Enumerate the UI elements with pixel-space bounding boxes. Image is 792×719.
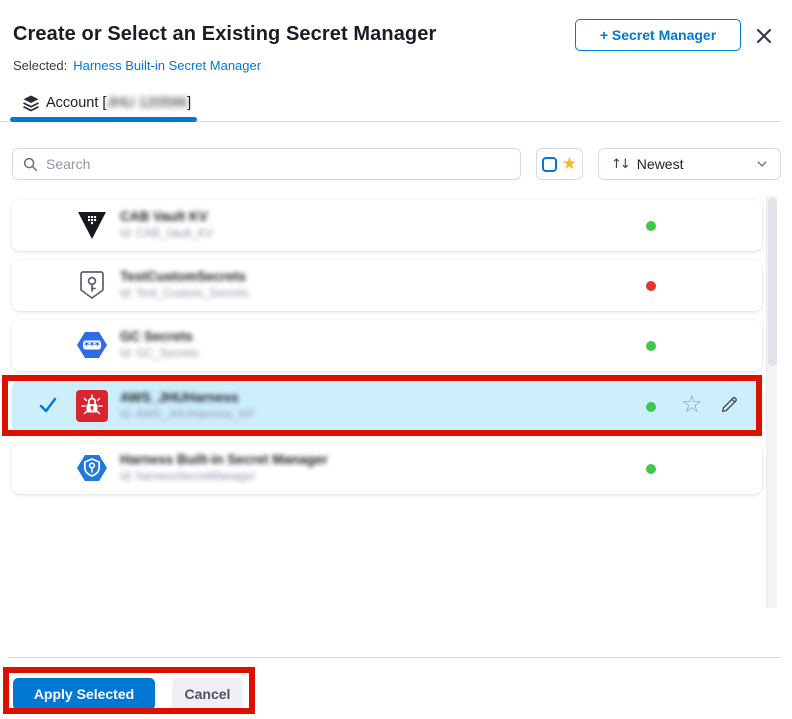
status-dot	[646, 464, 656, 474]
footer-divider	[8, 657, 781, 658]
search-icon	[23, 157, 38, 172]
search-input[interactable]	[46, 156, 510, 172]
sort-selected-option: Newest	[637, 156, 748, 172]
scrollbar-track[interactable]	[766, 196, 777, 608]
favorite-toggle-icon[interactable]: ☆	[681, 392, 703, 416]
list-item-custom[interactable]: TestCustomSecrets Id: Test_Custom_Secret…	[12, 260, 762, 311]
apply-selected-button[interactable]: Apply Selected	[13, 678, 155, 710]
secret-manager-id: Id: AWS_JHUHarness_KP	[120, 407, 254, 423]
secret-manager-name: GC Secrets	[120, 328, 199, 346]
selected-label: Selected:	[13, 58, 67, 73]
tab-account[interactable]: Account [JHU 120596]	[22, 94, 191, 112]
list-item-vault[interactable]: CAB Vault KV Id: CAB_Vault_KV	[12, 200, 762, 251]
gcp-secret-manager-icon: ***	[75, 328, 109, 362]
secret-manager-name: AWS_JHUHarness	[120, 389, 254, 407]
cancel-button[interactable]: Cancel	[172, 678, 243, 710]
harness-builtin-secret-manager-icon	[75, 451, 109, 485]
favorite-star-icon[interactable]: ★	[562, 156, 577, 173]
close-icon[interactable]	[751, 23, 777, 49]
list-item-gcp[interactable]: *** GC Secrets Id: GC_Secrets	[12, 320, 762, 371]
page-title: Create or Select an Existing Secret Mana…	[13, 23, 436, 46]
layers-icon	[22, 94, 40, 112]
custom-secret-manager-icon	[75, 268, 109, 302]
secret-manager-id: Id: CAB_Vault_KV	[120, 226, 213, 242]
status-dot	[646, 221, 656, 231]
chevron-down-icon	[756, 158, 768, 170]
add-secret-manager-button[interactable]: + Secret Manager	[575, 19, 741, 51]
svg-text:***: ***	[84, 341, 100, 352]
secret-manager-dialog: Create or Select an Existing Secret Mana…	[0, 0, 792, 719]
scrollbar-thumb[interactable]	[768, 198, 777, 366]
list-item-aws-selected[interactable]: AWS_JHUHarness Id: AWS_JHUHarness_KP ☆	[12, 381, 762, 432]
search-box	[12, 148, 521, 180]
hashicorp-vault-icon	[75, 208, 109, 242]
status-dot	[646, 341, 656, 351]
check-icon	[38, 395, 58, 415]
sort-dropdown[interactable]: ↑↓ Newest	[598, 148, 781, 180]
secret-manager-id: Id: Test_Custom_Secrets	[120, 286, 248, 302]
status-dot	[646, 402, 656, 412]
secret-manager-name: CAB Vault KV	[120, 208, 213, 226]
list-item-harness-builtin[interactable]: Harness Built-in Secret Manager Id: harn…	[12, 443, 762, 494]
selected-secret-manager-line: Selected: Harness Built-in Secret Manager	[13, 58, 261, 73]
edit-pencil-icon[interactable]	[718, 394, 740, 416]
aws-secrets-manager-icon	[75, 389, 109, 423]
active-tab-indicator	[10, 117, 197, 122]
favorites-filter: ★	[536, 148, 583, 180]
secret-manager-name: TestCustomSecrets	[120, 268, 248, 286]
secret-manager-id: Id: harnessSecretManager	[120, 469, 328, 485]
sort-arrows-icon: ↑↓	[611, 157, 629, 172]
tab-account-label: Account [JHU 120596]	[46, 95, 191, 111]
favorites-checkbox[interactable]	[542, 157, 557, 172]
tab-account-scope-blurred: JHU 120596	[106, 95, 187, 111]
selected-secret-manager-link[interactable]: Harness Built-in Secret Manager	[73, 58, 261, 73]
status-dot	[646, 281, 656, 291]
secret-manager-id: Id: GC_Secrets	[120, 346, 199, 362]
secret-manager-name: Harness Built-in Secret Manager	[120, 451, 328, 469]
